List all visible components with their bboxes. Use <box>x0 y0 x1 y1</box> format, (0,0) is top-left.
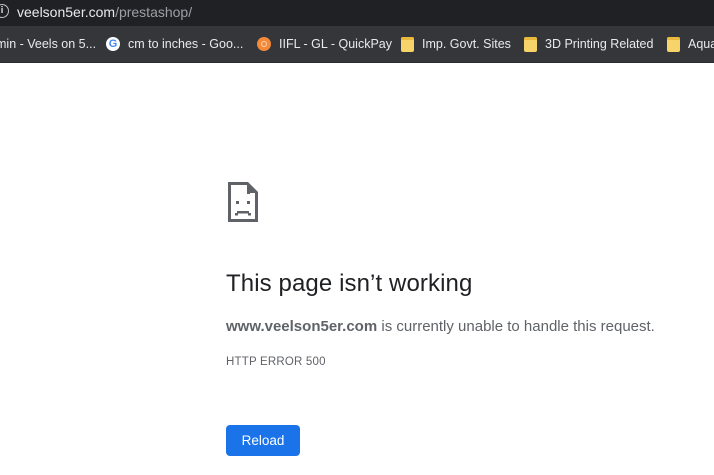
bookmark-label: cm to inches - Goo... <box>128 37 244 51</box>
google-icon: G <box>106 37 120 51</box>
url-host: veelson5er.com <box>17 4 116 20</box>
bookmark-item[interactable]: min - Veels on 5... <box>0 26 96 62</box>
bookmark-label: IIFL - GL - QuickPay <box>279 37 392 51</box>
bookmark-item[interactable]: IIFL - GL - QuickPay <box>257 26 392 62</box>
address-bar[interactable]: i veelson5er.com/prestashop/ <box>0 0 714 26</box>
bookmark-label: Imp. Govt. Sites <box>422 37 511 51</box>
folder-icon <box>401 36 414 52</box>
error-message-text: is currently unable to handle this reque… <box>377 318 655 335</box>
error-message: www.veelson5er.com is currently unable t… <box>226 318 655 335</box>
reload-button[interactable]: Reload <box>226 425 300 456</box>
bookmark-item[interactable]: Aqua <box>667 26 714 62</box>
bookmark-label: Aqua <box>688 37 714 51</box>
site-info-icon[interactable]: i <box>0 4 9 18</box>
error-code: HTTP ERROR 500 <box>226 356 326 368</box>
iifl-icon <box>257 37 271 51</box>
folder-icon <box>667 36 680 52</box>
url-text[interactable]: veelson5er.com/prestashop/ <box>17 4 192 20</box>
bookmark-item[interactable]: 3D Printing Related <box>524 26 653 62</box>
folder-icon <box>524 36 537 52</box>
bookmark-label: 3D Printing Related <box>545 37 654 51</box>
sad-page-icon <box>228 182 258 222</box>
error-headline: This page isn’t working <box>226 270 473 297</box>
bookmark-item[interactable]: G cm to inches - Goo... <box>106 26 243 62</box>
bookmark-item[interactable]: Imp. Govt. Sites <box>401 26 511 62</box>
bookmarks-bar: min - Veels on 5... G cm to inches - Goo… <box>0 26 714 63</box>
bookmark-label: min - Veels on 5... <box>0 37 97 51</box>
url-path: /prestashop/ <box>115 4 193 20</box>
error-domain: www.veelson5er.com <box>226 318 378 335</box>
